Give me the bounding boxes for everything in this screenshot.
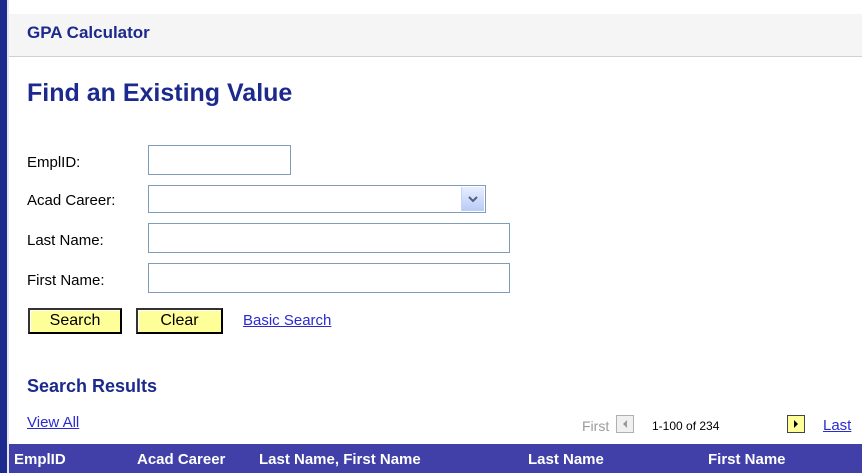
chevron-down-icon[interactable] xyxy=(461,187,484,211)
clear-button[interactable]: Clear xyxy=(136,308,223,334)
column-header-emplid[interactable]: EmplID xyxy=(14,451,66,468)
left-frame-border xyxy=(0,0,7,473)
last-name-label: Last Name: xyxy=(27,232,104,249)
basic-search-link[interactable]: Basic Search xyxy=(243,312,331,329)
search-button[interactable]: Search xyxy=(28,308,122,334)
column-header-first-name[interactable]: First Name xyxy=(708,451,786,468)
acad-career-select[interactable] xyxy=(148,185,486,213)
emplid-input[interactable] xyxy=(148,145,291,175)
nav-range: 1-100 of 234 xyxy=(652,419,720,433)
column-header-last-first-name[interactable]: Last Name, First Name xyxy=(259,451,421,468)
column-header-acad-career[interactable]: Acad Career xyxy=(137,451,225,468)
nav-last-link[interactable]: Last xyxy=(823,417,851,434)
last-name-input[interactable] xyxy=(148,223,510,253)
page-title: Find an Existing Value xyxy=(27,79,293,107)
results-grid-header: EmplID Acad Career Last Name, First Name… xyxy=(9,444,862,473)
emplid-label: EmplID: xyxy=(27,154,81,171)
first-name-label: First Name: xyxy=(27,272,105,289)
search-results-title: Search Results xyxy=(27,376,158,396)
left-frame-inner xyxy=(7,0,9,473)
prev-arrow-icon xyxy=(616,415,634,433)
view-all-link[interactable]: View All xyxy=(27,414,79,431)
column-header-last-name[interactable]: Last Name xyxy=(528,451,604,468)
first-name-input[interactable] xyxy=(148,263,510,293)
next-arrow-icon[interactable] xyxy=(787,415,805,433)
acad-career-label: Acad Career: xyxy=(27,192,116,209)
app-title: GPA Calculator xyxy=(27,23,150,42)
nav-first-label: First xyxy=(582,418,610,434)
